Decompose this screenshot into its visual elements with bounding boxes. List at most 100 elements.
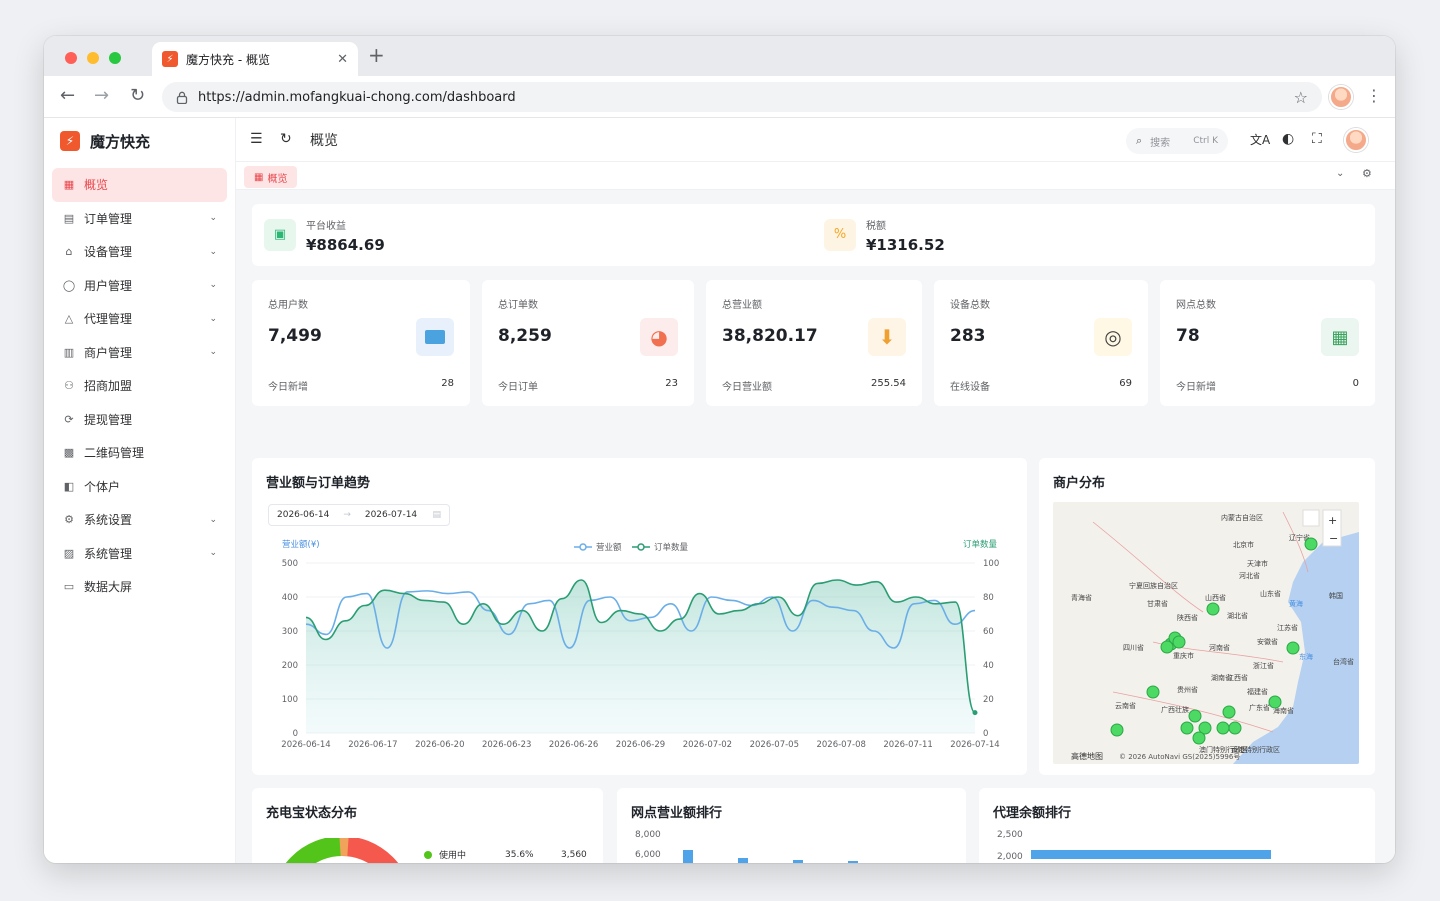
map-place-label: 浙江省 (1253, 661, 1274, 670)
qrcode-icon: ▩ (63, 446, 75, 460)
x-tick-label: 2026-06-29 (616, 740, 665, 750)
browser-menu-icon[interactable]: ⋮ (1366, 86, 1382, 105)
dashboard-icon: ▦ (63, 178, 75, 192)
x-tick-label: 2026-07-05 (750, 740, 799, 750)
agent-rank-title: 代理余额排行 (993, 806, 1072, 821)
axis-tick-label: 6,000 (635, 849, 661, 860)
sidebar-item[interactable]: ▨ 系统管理 ⌄ (52, 537, 227, 571)
legend-marker (579, 543, 587, 551)
fullscreen-icon[interactable]: ⛶ (1312, 131, 1322, 147)
chevron-down-icon: ⌄ (209, 213, 217, 224)
map-fullscreen-icon (1302, 509, 1320, 527)
minimize-window-button[interactable] (87, 52, 99, 64)
merchant-marker (1188, 709, 1202, 723)
x-tick-label: 2026-06-17 (348, 740, 397, 750)
stat-card: 总营业额 38,820.17 ⬇ 今日营业额 255.54 (706, 280, 922, 406)
sidebar-item[interactable]: ▦ 概览 (52, 168, 227, 202)
close-tab-icon[interactable]: ✕ (337, 52, 348, 67)
stat-sub-label: 今日新增 (268, 382, 308, 393)
refresh-icon[interactable]: ↻ (280, 131, 292, 147)
browser-profile-avatar[interactable] (1329, 85, 1353, 109)
tag-label: 概览 (267, 173, 288, 185)
bookmark-star-icon[interactable]: ☆ (1294, 88, 1308, 107)
legend-label: 订单数量 (654, 542, 689, 553)
x-tick-label: 2026-07-14 (950, 740, 999, 750)
theme-icon[interactable]: ◐ (1282, 131, 1294, 147)
dashboard-icon: ▦ (254, 171, 264, 183)
map-place-label: 安徽省 (1257, 637, 1278, 646)
stat-value: 283 (950, 326, 986, 346)
orders-area (306, 580, 975, 733)
device-icon: ⌂ (65, 245, 73, 259)
y2-tick-label: 0 (983, 729, 988, 739)
pie-icon: ◕ (640, 318, 678, 356)
agent-icon: △ (64, 312, 74, 326)
sidebar-item[interactable]: ⟳ 提现管理 (52, 403, 227, 437)
merchant-marker (1180, 721, 1194, 735)
tags-settings-icon[interactable]: ⚙ (1362, 167, 1372, 180)
rank-bar[interactable] (793, 860, 803, 863)
menu-toggle-icon[interactable]: ☰ (250, 131, 263, 147)
search-label: 搜索 (1150, 137, 1171, 149)
trend-chart[interactable]: 0 100 200 300 400 500 0 20 40 60 80 100 营业额(¥) 订单数量 20… (252, 458, 1027, 775)
stat-value: 7,499 (268, 326, 322, 346)
chevron-down-icon: ⌄ (209, 246, 217, 257)
user-avatar[interactable] (1344, 128, 1368, 152)
y2-tick-label: 40 (983, 661, 994, 671)
tag-dashboard[interactable]: ▦ 概览 (244, 166, 298, 188)
individual-icon: ◧ (63, 479, 75, 493)
settings-icon: ⚙ (64, 513, 74, 527)
tags-more-icon[interactable]: ⌄ (1336, 168, 1344, 179)
axis-tick-label: 2,000 (997, 852, 1023, 862)
sidebar-item[interactable]: ⚙ 系统设置 ⌄ (52, 503, 227, 537)
stat-card: 总订单数 8,259 ◕ 今日订单 23 (482, 280, 694, 406)
forward-icon[interactable]: → (94, 85, 109, 107)
translate-icon[interactable]: 文A (1250, 131, 1270, 148)
system-icon: ▨ (63, 546, 75, 560)
map-place-label: 湖北省 (1227, 611, 1248, 620)
back-icon[interactable]: ← (60, 85, 75, 107)
stat-value: 38,820.17 (722, 326, 818, 346)
address-bar-row: ← → ↻ https://admin.mofangkuai-chong.com… (44, 76, 1395, 118)
rank-bar[interactable] (738, 858, 748, 863)
chevron-down-icon: ⌄ (209, 548, 217, 559)
close-window-button[interactable] (65, 52, 77, 64)
sidebar-item[interactable]: ◧ 个体户 (52, 470, 227, 504)
sidebar-item[interactable]: △ 代理管理 ⌄ (52, 302, 227, 336)
sidebar-item[interactable]: ⚇ 招商加盟 (52, 369, 227, 403)
sidebar-item[interactable]: ▭ 数据大屏 (52, 570, 227, 604)
x-tick-label: 2026-06-14 (281, 740, 330, 750)
browser-tab[interactable]: ⚡ 魔方快充 - 概览 ✕ (152, 42, 358, 76)
site-rank-title: 网点营业额排行 (631, 806, 723, 821)
rank-bar[interactable] (683, 850, 693, 863)
sidebar-item-label: 招商加盟 (84, 379, 133, 394)
search-shortcut: Ctrl K (1193, 136, 1218, 146)
sidebar-item[interactable]: ⌂ 设备管理 ⌄ (52, 235, 227, 269)
sidebar-item[interactable]: ▩ 二维码管理 (52, 436, 227, 470)
map-copyright: © 2026 AutoNavi GS(2025)5996号 (1119, 753, 1240, 761)
new-tab-button[interactable]: + (368, 45, 385, 65)
sidebar-item[interactable]: ◯ 用户管理 ⌄ (52, 269, 227, 303)
reload-icon[interactable]: ↻ (130, 85, 145, 107)
sidebar-item-label: 概览 (84, 178, 109, 193)
sidebar-item[interactable]: ▤ 订单管理 ⌄ (52, 202, 227, 236)
search-button[interactable]: ⌕ 搜索 Ctrl K (1126, 128, 1228, 154)
x-tick-label: 2026-07-11 (883, 740, 932, 750)
stat-card: 总用户数 7,499 今日新增 28 (252, 280, 470, 406)
maximize-window-button[interactable] (109, 52, 121, 64)
sidebar-item[interactable]: ▥ 商户管理 ⌄ (52, 336, 227, 370)
rank-bar[interactable] (1031, 850, 1271, 859)
rank-bar[interactable] (848, 861, 858, 863)
merchant-map[interactable]: 内蒙古自治区北京市天津市辽宁省河北省山西省 山东省宁夏回族自治区甘肃省青海省陕西省… (1053, 502, 1359, 764)
legend-pct: 35.6% (505, 849, 534, 860)
sidebar-item-label: 用户管理 (84, 278, 133, 293)
url-field[interactable]: https://admin.mofangkuai-chong.com/dashb… (162, 82, 1322, 112)
stat-title: 总订单数 (498, 300, 538, 311)
map-title: 商户分布 (1053, 476, 1106, 491)
browser-window: ⚡ 魔方快充 - 概览 ✕ + ← → ↻ https://admin.mofa… (44, 36, 1395, 863)
map-place-label: 贵州省 (1177, 685, 1198, 694)
map-place-label: 四川省 (1123, 643, 1144, 652)
site-rank-card: 网点营业额排行 8,0006,0004,0002,000 (617, 788, 966, 863)
brand[interactable]: ⚡ 魔方快充 (44, 118, 235, 164)
stat-sub-value: 0 (1352, 378, 1359, 389)
